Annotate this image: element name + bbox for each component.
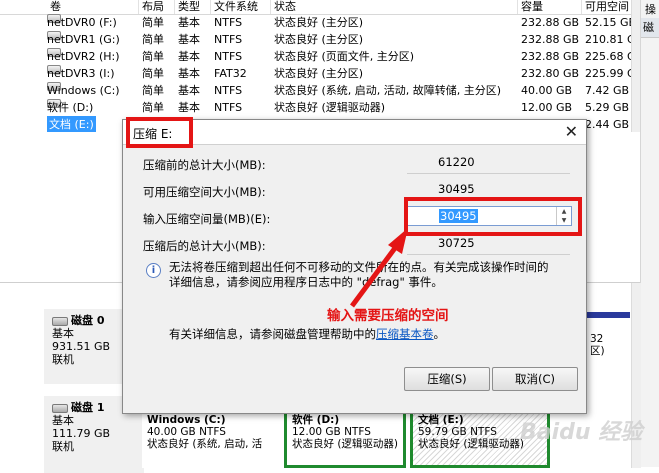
annotation-text: 输入需要压缩的空间 xyxy=(327,308,449,324)
watermark: Baidu 经验 xyxy=(520,420,643,445)
annotation-arrow-shaft xyxy=(349,242,401,308)
annotation-arrow xyxy=(349,228,408,308)
